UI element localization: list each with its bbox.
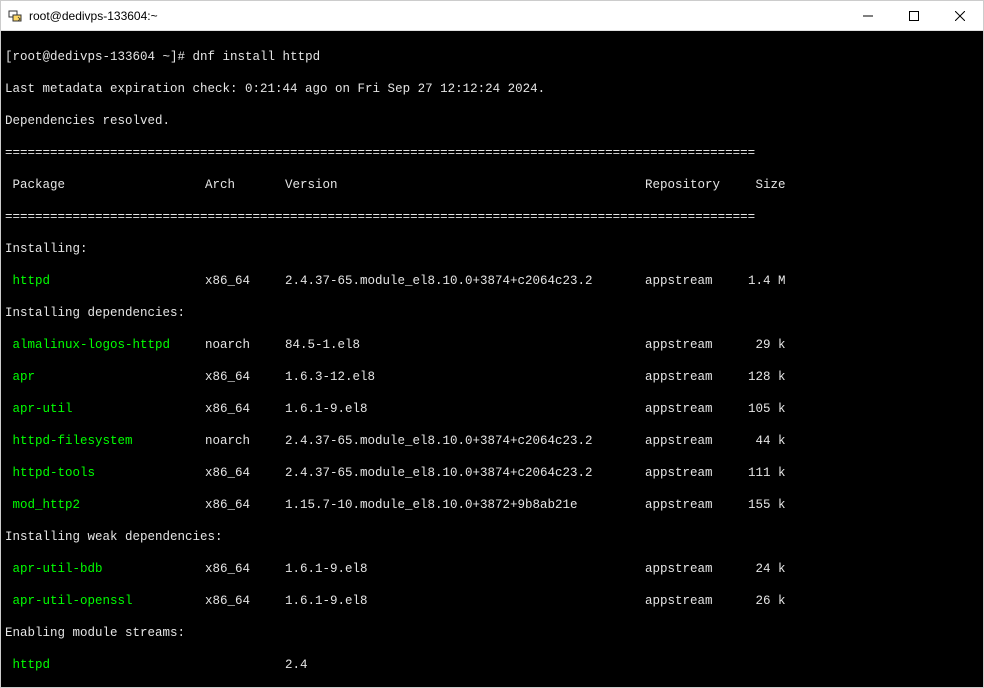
section-enabling: Enabling module streams: [5,625,979,641]
hdr-arch: Arch [205,177,285,193]
meta-line: Last metadata expiration check: 0:21:44 … [5,81,979,97]
pkg-size: 24 k [745,561,793,577]
pkg-ver: 1.6.1-9.el8 [285,593,645,609]
hdr-package: Package [5,177,205,193]
pkg-row: httpd-filesystemnoarch2.4.37-65.module_e… [5,433,979,449]
command: dnf install httpd [193,50,321,64]
pkg-row: almalinux-logos-httpdnoarch84.5-1.el8app… [5,337,979,353]
pkg-repo: appstream [645,401,745,417]
pkg-row: aprx86_641.6.3-12.el8appstream128 k [5,369,979,385]
pkg-size: 128 k [745,369,793,385]
pkg-arch: x86_64 [205,561,285,577]
prompt: [root@dedivps-133604 ~]# [5,50,185,64]
pkg-row: mod_http2x86_641.15.7-10.module_el8.10.0… [5,497,979,513]
pkg-arch: x86_64 [205,401,285,417]
terminal-output[interactable]: [root@dedivps-133604 ~]# dnf install htt… [1,31,983,687]
pkg-repo: appstream [645,369,745,385]
pkg-size: 155 k [745,497,793,513]
pkg-arch: x86_64 [205,369,285,385]
pkg-ver: 1.15.7-10.module_el8.10.0+3872+9b8ab21e [285,497,645,513]
pkg-name: almalinux-logos-httpd [5,337,205,353]
pkg-row: httpd-toolsx86_642.4.37-65.module_el8.10… [5,465,979,481]
minimize-icon [863,11,873,21]
pkg-name: apr-util-bdb [5,561,205,577]
pkg-repo: appstream [645,433,745,449]
pkg-name: apr-util [5,401,205,417]
putty-icon [7,8,23,24]
pkg-row: apr-util-bdbx86_641.6.1-9.el8appstream24… [5,561,979,577]
pkg-arch: x86_64 [205,593,285,609]
pkg-row: httpd 2.4 [5,657,979,673]
rule: ========================================… [5,145,979,161]
close-icon [955,11,965,21]
prompt-line: [root@dedivps-133604 ~]# dnf install htt… [5,49,979,65]
pkg-name: mod_http2 [5,497,205,513]
minimize-button[interactable] [845,1,891,30]
close-button[interactable] [937,1,983,30]
pkg-ver: 2.4 [285,657,645,673]
table-header: PackageArchVersionRepositorySize [5,177,979,193]
pkg-ver: 1.6.1-9.el8 [285,561,645,577]
pkg-name: httpd-filesystem [5,433,205,449]
pkg-name: httpd [5,273,205,289]
pkg-ver: 1.6.1-9.el8 [285,401,645,417]
pkg-repo: appstream [645,497,745,513]
pkg-name: httpd [5,657,205,673]
app-window: root@dedivps-133604:~ [root@dedivps-1336… [0,0,984,688]
pkg-name: apr [5,369,205,385]
window-controls [845,1,983,30]
hdr-repo: Repository [645,177,745,193]
pkg-repo: appstream [645,273,745,289]
pkg-arch: noarch [205,337,285,353]
pkg-ver: 1.6.3-12.el8 [285,369,645,385]
pkg-row: apr-util-opensslx86_641.6.1-9.el8appstre… [5,593,979,609]
section-install-deps: Installing dependencies: [5,305,979,321]
pkg-ver: 2.4.37-65.module_el8.10.0+3874+c2064c23.… [285,465,645,481]
titlebar[interactable]: root@dedivps-133604:~ [1,1,983,31]
pkg-repo: appstream [645,561,745,577]
pkg-repo: appstream [645,593,745,609]
pkg-size: 26 k [745,593,793,609]
pkg-size: 1.4 M [745,273,793,289]
hdr-version: Version [285,177,645,193]
pkg-arch: noarch [205,433,285,449]
deps-line: Dependencies resolved. [5,113,979,129]
pkg-arch: x86_64 [205,497,285,513]
window-title: root@dedivps-133604:~ [29,9,845,23]
pkg-ver: 84.5-1.el8 [285,337,645,353]
rule: ========================================… [5,209,979,225]
maximize-icon [909,11,919,21]
section-installing: Installing: [5,241,979,257]
pkg-name: httpd-tools [5,465,205,481]
pkg-size: 44 k [745,433,793,449]
pkg-row: apr-utilx86_641.6.1-9.el8appstream105 k [5,401,979,417]
pkg-size: 29 k [745,337,793,353]
pkg-ver: 2.4.37-65.module_el8.10.0+3874+c2064c23.… [285,433,645,449]
pkg-size: 111 k [745,465,793,481]
pkg-ver: 2.4.37-65.module_el8.10.0+3874+c2064c23.… [285,273,645,289]
pkg-name: apr-util-openssl [5,593,205,609]
maximize-button[interactable] [891,1,937,30]
pkg-arch: x86_64 [205,273,285,289]
pkg-repo: appstream [645,337,745,353]
pkg-repo: appstream [645,465,745,481]
pkg-size: 105 k [745,401,793,417]
section-install-weak: Installing weak dependencies: [5,529,979,545]
pkg-arch: x86_64 [205,465,285,481]
hdr-size: Size [745,177,793,193]
pkg-row: httpdx86_642.4.37-65.module_el8.10.0+387… [5,273,979,289]
